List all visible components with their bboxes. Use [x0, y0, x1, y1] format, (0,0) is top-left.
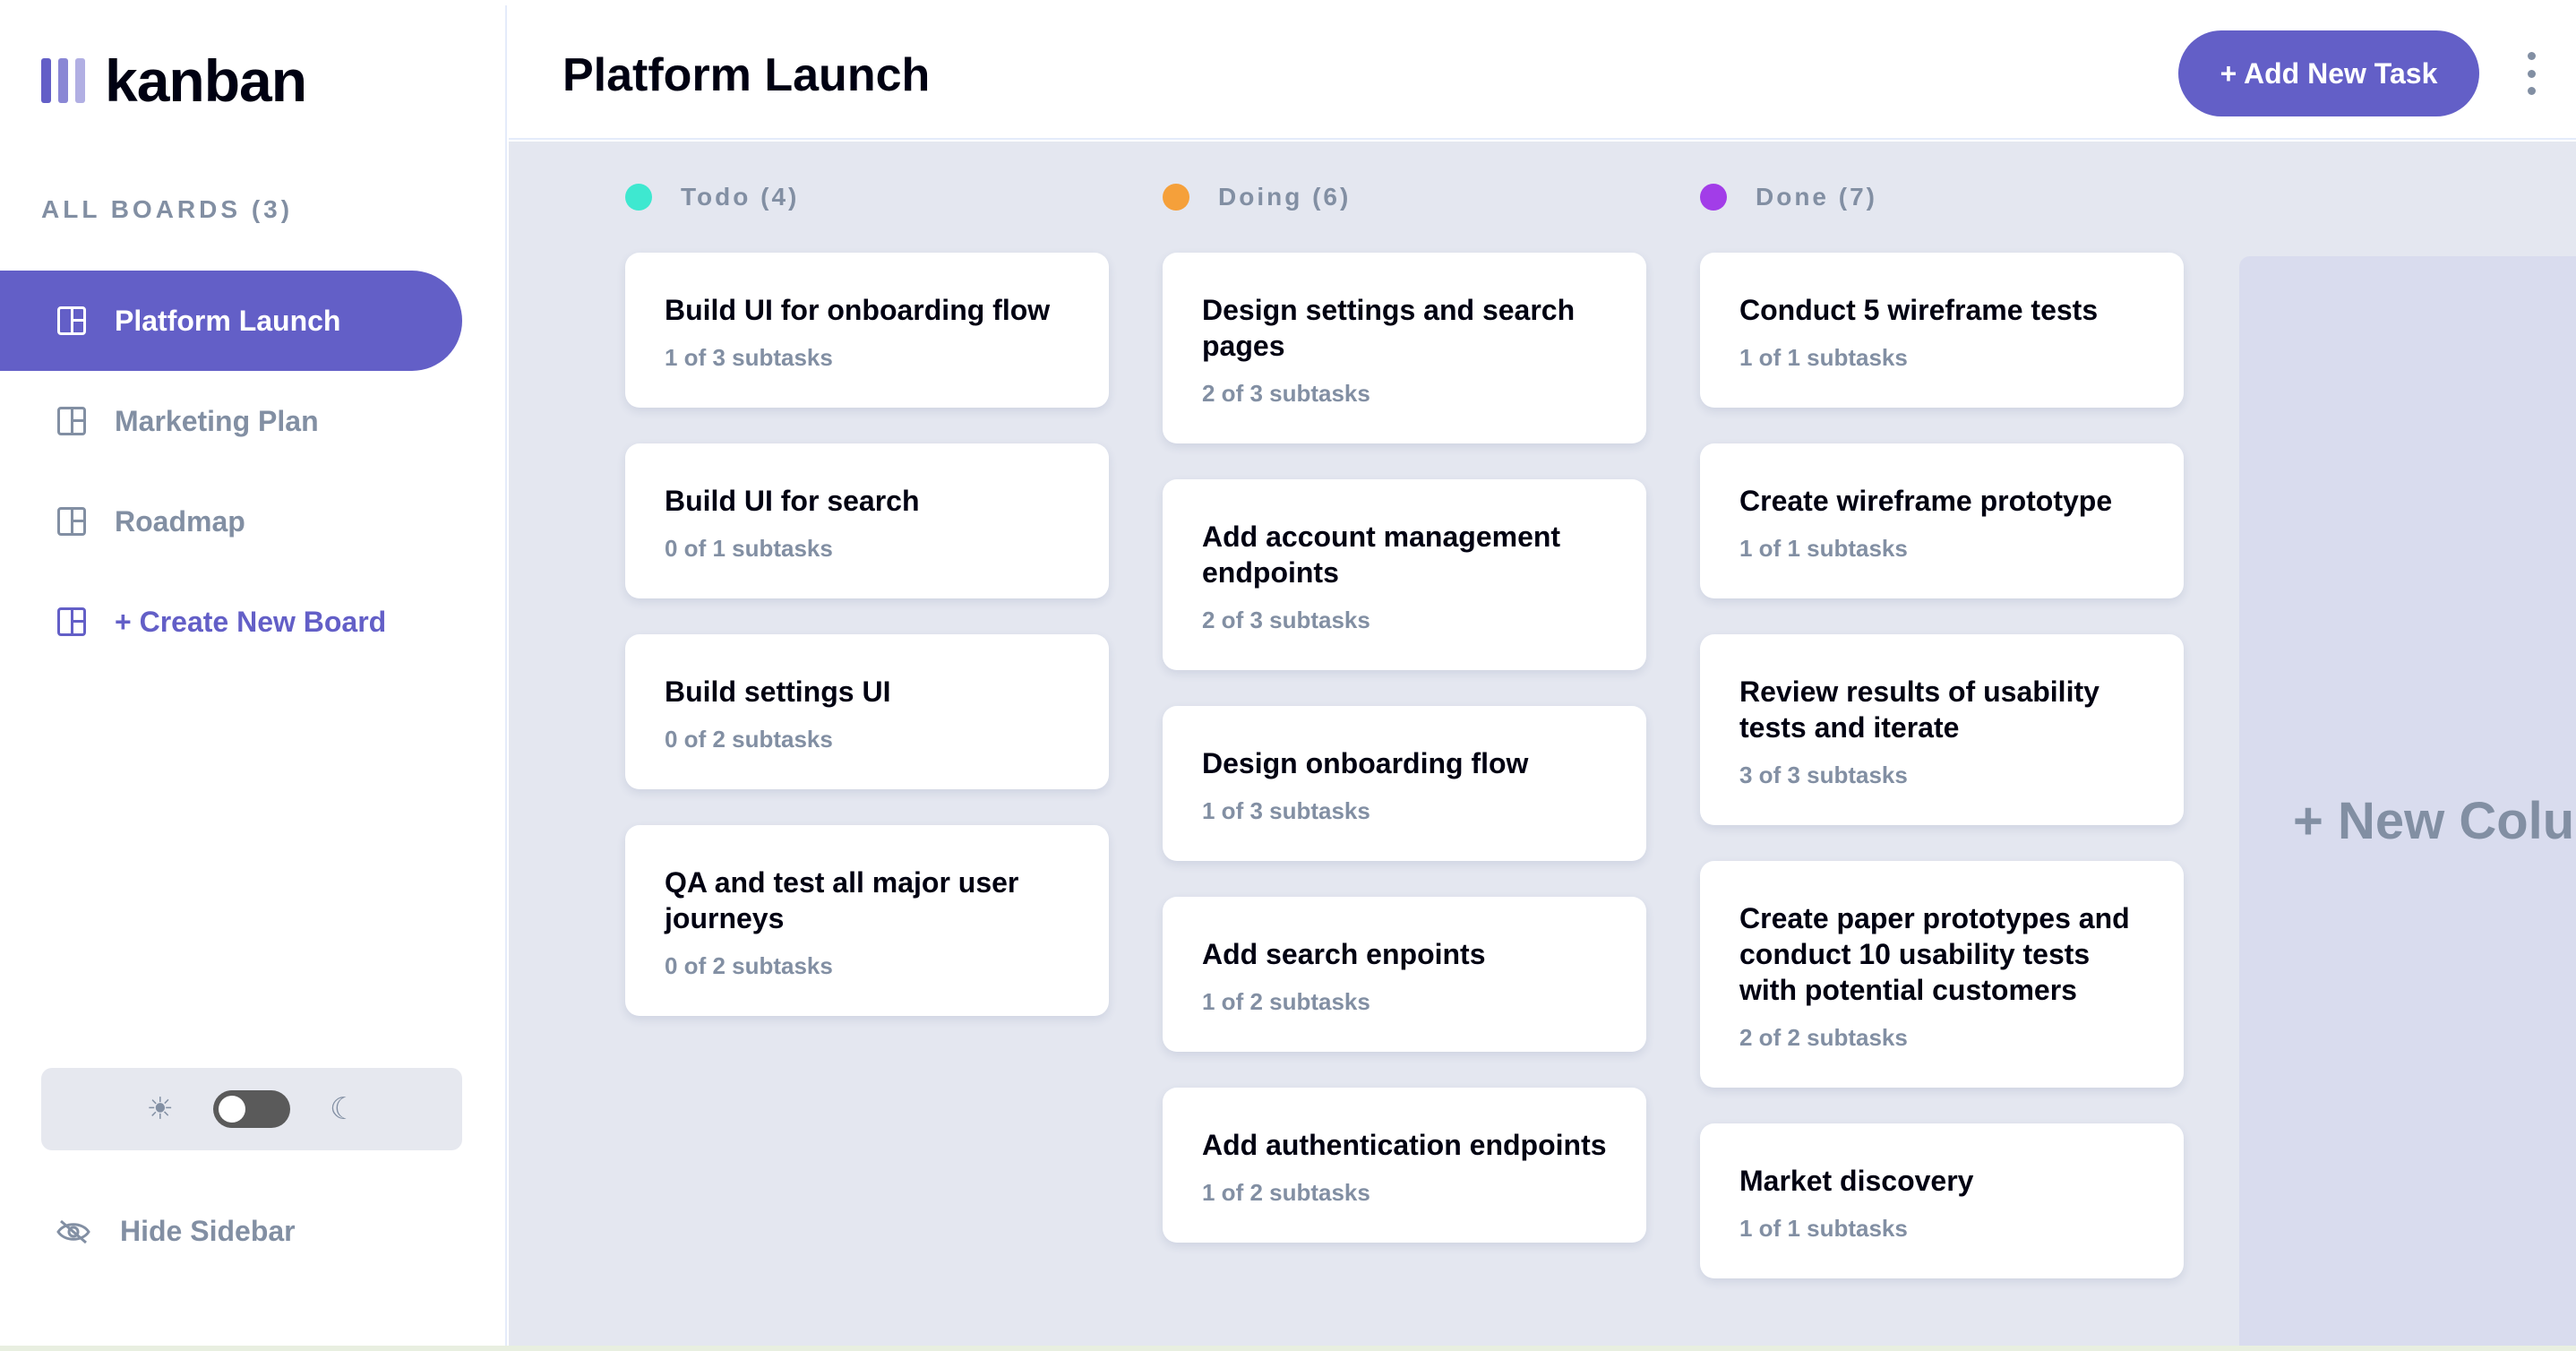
- task-subtasks: 0 of 1 subtasks: [665, 535, 833, 562]
- task-subtasks: 1 of 2 subtasks: [1202, 1179, 1370, 1206]
- task-card[interactable]: Add search enpoints 1 of 2 subtasks: [1163, 897, 1646, 1052]
- new-column-button[interactable]: + New Column: [2239, 256, 2576, 1346]
- switch-knob: [219, 1096, 245, 1123]
- task-subtasks: 0 of 2 subtasks: [665, 952, 833, 979]
- task-title: Review results of usability tests and it…: [1739, 676, 2099, 744]
- task-subtasks: 1 of 1 subtasks: [1739, 535, 1908, 562]
- theme-switch[interactable]: [213, 1090, 290, 1128]
- task-subtasks: 1 of 3 subtasks: [665, 344, 833, 371]
- sidebar-item-platform-launch[interactable]: Platform Launch: [0, 271, 462, 371]
- more-options-icon[interactable]: [2522, 52, 2540, 95]
- task-title: Add search enpoints: [1202, 938, 1486, 970]
- window-bottom-edge: [0, 1346, 2576, 1351]
- moon-icon: ☾: [330, 1092, 357, 1126]
- task-subtasks: 1 of 1 subtasks: [1739, 344, 1908, 371]
- logo: kanban: [41, 47, 307, 114]
- task-title: Design settings and search pages: [1202, 294, 1576, 362]
- eye-slash-icon: [56, 1218, 91, 1245]
- task-list: Build UI for onboarding flow 1 of 3 subt…: [625, 253, 1109, 1052]
- task-card[interactable]: QA and test all major user journeys 0 of…: [625, 825, 1109, 1016]
- column-title: Done (7): [1756, 183, 1877, 211]
- hide-sidebar-label: Hide Sidebar: [120, 1215, 296, 1247]
- create-new-board-label: + Create New Board: [115, 605, 387, 638]
- task-list: Design settings and search pages 2 of 3 …: [1163, 253, 1646, 1278]
- sidebar-item-marketing-plan[interactable]: Marketing Plan: [0, 371, 462, 471]
- logo-text: kanban: [105, 47, 307, 114]
- task-card[interactable]: Create paper prototypes and conduct 10 u…: [1700, 861, 2184, 1088]
- task-title: Build UI for search: [665, 485, 920, 517]
- column-header: Done (7): [1700, 183, 1877, 211]
- task-card[interactable]: Design settings and search pages 2 of 3 …: [1163, 253, 1646, 443]
- board-icon: [57, 306, 86, 335]
- board-area: Todo (4) Build UI for onboarding flow 1 …: [509, 142, 2576, 1346]
- board-icon: [57, 407, 86, 435]
- task-subtasks: 3 of 3 subtasks: [1739, 762, 1908, 788]
- all-boards-heading: ALL BOARDS (3): [41, 195, 294, 223]
- task-title: QA and test all major user journeys: [665, 866, 1019, 934]
- task-title: Design onboarding flow: [1202, 747, 1529, 779]
- task-card[interactable]: Add authentication endpoints 1 of 2 subt…: [1163, 1088, 1646, 1243]
- sidebar-item-label: Platform Launch: [115, 304, 341, 337]
- sidebar-item-roadmap[interactable]: Roadmap: [0, 471, 462, 572]
- task-title: Market discovery: [1739, 1165, 1974, 1197]
- header: Platform Launch + Add New Task: [509, 5, 2576, 140]
- column-status-dot: [625, 184, 652, 211]
- logo-icon: [41, 58, 85, 103]
- sidebar-item-label: Marketing Plan: [115, 404, 319, 437]
- task-subtasks: 1 of 2 subtasks: [1202, 988, 1370, 1015]
- task-subtasks: 2 of 3 subtasks: [1202, 380, 1370, 407]
- theme-toggle-panel: ☀ ☾: [41, 1068, 462, 1150]
- task-subtasks: 2 of 2 subtasks: [1739, 1024, 1908, 1051]
- task-card[interactable]: Add account management endpoints 2 of 3 …: [1163, 479, 1646, 670]
- sidebar: kanban ALL BOARDS (3) Platform Launch Ma…: [0, 5, 507, 1346]
- task-subtasks: 1 of 3 subtasks: [1202, 797, 1370, 824]
- task-title: Build UI for onboarding flow: [665, 294, 1051, 326]
- task-card[interactable]: Build settings UI 0 of 2 subtasks: [625, 634, 1109, 789]
- hide-sidebar-button[interactable]: Hide Sidebar: [56, 1215, 296, 1248]
- column-status-dot: [1700, 184, 1727, 211]
- column-status-dot: [1163, 184, 1189, 211]
- board-icon: [57, 507, 86, 536]
- task-subtasks: 1 of 1 subtasks: [1739, 1215, 1908, 1242]
- task-title: Add authentication endpoints: [1202, 1129, 1607, 1161]
- task-title: Add account management endpoints: [1202, 521, 1561, 589]
- task-card[interactable]: Design onboarding flow 1 of 3 subtasks: [1163, 706, 1646, 861]
- page-title: Platform Launch: [562, 49, 931, 101]
- task-list: Conduct 5 wireframe tests 1 of 1 subtask…: [1700, 253, 2184, 1314]
- task-title: Create wireframe prototype: [1739, 485, 2113, 517]
- sun-icon: ☀: [146, 1092, 174, 1126]
- task-card[interactable]: Conduct 5 wireframe tests 1 of 1 subtask…: [1700, 253, 2184, 408]
- column-header: Doing (6): [1163, 183, 1351, 211]
- kanban-app: kanban ALL BOARDS (3) Platform Launch Ma…: [0, 0, 2576, 1351]
- create-new-board-button[interactable]: + Create New Board: [0, 572, 462, 672]
- column-title: Doing (6): [1218, 183, 1352, 211]
- task-card[interactable]: Build UI for search 0 of 1 subtasks: [625, 443, 1109, 598]
- task-title: Create paper prototypes and conduct 10 u…: [1739, 902, 2130, 1006]
- task-title: Build settings UI: [665, 676, 891, 708]
- new-column-label: + New Column: [2293, 791, 2576, 850]
- column-header: Todo (4): [625, 183, 799, 211]
- task-subtasks: 2 of 3 subtasks: [1202, 607, 1370, 633]
- board-icon: [57, 607, 86, 636]
- task-card[interactable]: Build UI for onboarding flow 1 of 3 subt…: [625, 253, 1109, 408]
- task-card[interactable]: Market discovery 1 of 1 subtasks: [1700, 1123, 2184, 1278]
- task-subtasks: 0 of 2 subtasks: [665, 726, 833, 753]
- column-title: Todo (4): [681, 183, 800, 211]
- task-card[interactable]: Review results of usability tests and it…: [1700, 634, 2184, 825]
- board-list: Platform Launch Marketing Plan Roadmap +…: [0, 271, 507, 672]
- sidebar-item-label: Roadmap: [115, 504, 245, 538]
- task-title: Conduct 5 wireframe tests: [1739, 294, 2099, 326]
- task-card[interactable]: Create wireframe prototype 1 of 1 subtas…: [1700, 443, 2184, 598]
- add-new-task-button[interactable]: + Add New Task: [2178, 30, 2479, 116]
